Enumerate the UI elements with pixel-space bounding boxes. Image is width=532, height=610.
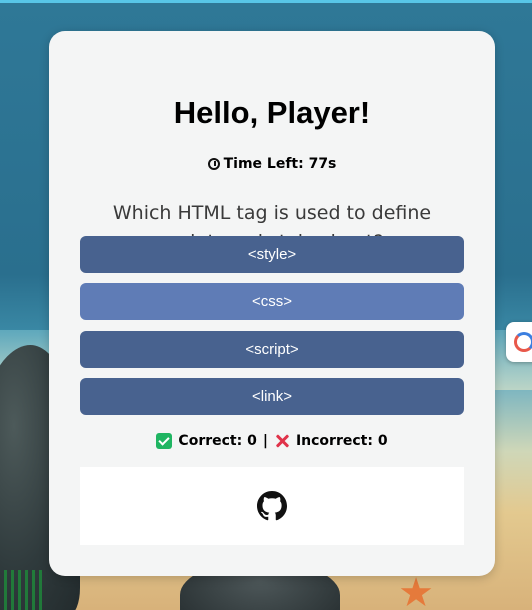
seaweed xyxy=(4,570,44,610)
score-bar: Correct: 0 | Incorrect: 0 xyxy=(49,433,495,449)
score-separator: | xyxy=(262,433,268,449)
option-button-link[interactable]: <link> xyxy=(80,378,464,415)
incorrect-count: Incorrect: 0 xyxy=(295,433,388,449)
browser-extension-widget[interactable] xyxy=(506,322,532,362)
extension-icon xyxy=(514,332,532,352)
stopwatch-icon xyxy=(207,158,220,170)
github-icon[interactable] xyxy=(257,491,287,521)
ocean-background: ★ Hello, Player! Time Left: 77s Which HT… xyxy=(0,0,532,610)
check-mark-icon xyxy=(156,433,173,449)
option-button-css[interactable]: <css> xyxy=(80,283,464,320)
option-button-style[interactable]: <style> xyxy=(80,236,464,273)
timer-text: Time Left: 77s xyxy=(223,156,337,172)
option-button-script[interactable]: <script> xyxy=(80,331,464,368)
quiz-card: Hello, Player! Time Left: 77s Which HTML… xyxy=(49,31,495,576)
starfish-icon: ★ xyxy=(398,570,434,610)
top-accent-strip xyxy=(0,0,532,3)
cross-mark-icon xyxy=(274,433,290,449)
greeting-title: Hello, Player! xyxy=(173,95,371,130)
footer xyxy=(80,467,464,545)
correct-count: Correct: 0 xyxy=(178,433,257,449)
timer: Time Left: 77s xyxy=(49,156,495,172)
